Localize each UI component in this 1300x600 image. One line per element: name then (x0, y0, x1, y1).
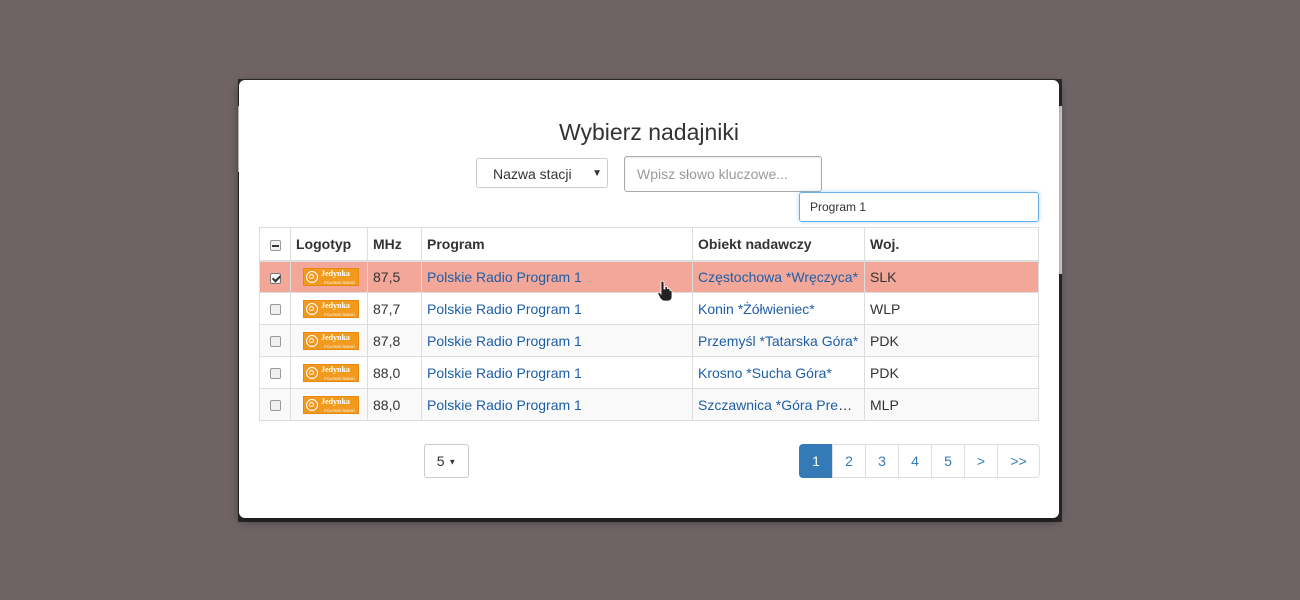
cell-mhz: 88,0 (367, 388, 422, 421)
page-4-button[interactable]: 4 (898, 444, 932, 478)
row-checkbox[interactable] (269, 368, 281, 380)
page-size-value: 5 (436, 453, 445, 469)
page-2-button[interactable]: 2 (832, 444, 866, 478)
column-filter-input[interactable] (799, 192, 1039, 222)
row-checkbox[interactable] (269, 272, 281, 284)
table-row[interactable]: Jedynka POLSKIE RADIO 87,8 Polskie Radio … (259, 324, 1039, 357)
hand-cursor-icon (657, 280, 673, 302)
page-5-button[interactable]: 5 (931, 444, 965, 478)
chevron-down-icon: ▼ (592, 168, 602, 179)
table-row[interactable]: Jedynka POLSKIE RADIO 87,7 Polskie Radio … (259, 292, 1039, 325)
cell-region: PDK (864, 324, 1039, 357)
search-field-select-value: Nazwa stacji (493, 166, 572, 182)
jedynka-logo: Jedynka POLSKIE RADIO (303, 299, 359, 318)
program-link[interactable]: Polskie Radio Program 1 (427, 365, 582, 381)
cell-mhz: 87,8 (367, 324, 422, 357)
page-size-dropdown[interactable]: 5 ▼ (424, 444, 469, 478)
cell-mhz: 88,0 (367, 356, 422, 389)
last-page-button[interactable]: >> (997, 444, 1040, 478)
table-row[interactable]: Jedynka POLSKIE RADIO 88,0 Polskie Radio … (259, 356, 1039, 389)
cell-region: SLK (864, 260, 1039, 293)
jedynka-logo: Jedynka POLSKIE RADIO (303, 267, 359, 286)
dialog-title: Wybierz nadajniki (558, 119, 740, 145)
object-link[interactable]: Częstochowa *Wręczyca* (698, 269, 858, 285)
jedynka-logo: Jedynka POLSKIE RADIO (303, 331, 359, 350)
caret-down-icon: ▼ (448, 457, 457, 467)
row-checkbox[interactable] (269, 304, 281, 316)
program-link[interactable]: Polskie Radio Program 1 (427, 333, 582, 349)
header-logo[interactable]: Logotyp (290, 227, 368, 262)
cell-mhz: 87,5 (367, 260, 422, 293)
table-row[interactable]: Jedynka POLSKIE RADIO 87,5 Polskie Radio … (259, 260, 1039, 293)
transmitter-dialog: Wybierz nadajniki Nazwa stacji ▼ Logotyp… (239, 80, 1059, 518)
object-link[interactable]: Przemyśl *Tatarska Góra* (698, 333, 858, 349)
header-program[interactable]: Program (421, 227, 693, 262)
object-link[interactable]: Konin *Żółwieniec* (698, 301, 815, 317)
jedynka-logo: Jedynka POLSKIE RADIO (303, 395, 359, 414)
jedynka-logo: Jedynka POLSKIE RADIO (303, 363, 359, 382)
object-link[interactable]: Krosno *Sucha Góra* (698, 365, 832, 381)
row-checkbox[interactable] (269, 336, 281, 348)
row-checkbox[interactable] (269, 400, 281, 412)
program-link[interactable]: Polskie Radio Program 1 (427, 301, 582, 317)
select-all-cell[interactable] (259, 227, 291, 262)
program-link[interactable]: Polskie Radio Program 1 (427, 269, 582, 285)
cell-mhz: 87,7 (367, 292, 422, 325)
header-object[interactable]: Obiekt nadawczy (692, 227, 865, 262)
header-mhz[interactable]: MHz (367, 227, 422, 262)
next-page-button[interactable]: > (964, 444, 998, 478)
select-all-checkbox[interactable] (269, 239, 281, 251)
keyword-search-input[interactable] (624, 156, 822, 192)
transmitters-table: Logotyp MHz Program Obiekt nadawczy Woj.… (259, 227, 1039, 421)
cell-region: MLP (864, 388, 1039, 421)
cell-region: PDK (864, 356, 1039, 389)
table-row[interactable]: Jedynka POLSKIE RADIO 88,0 Polskie Radio … (259, 388, 1039, 421)
search-field-select[interactable]: Nazwa stacji ▼ (476, 158, 608, 188)
program-link[interactable]: Polskie Radio Program 1 (427, 397, 582, 413)
pagination: 1 2 3 4 5 > >> (799, 444, 1040, 478)
object-link[interactable]: Szczawnica *Góra Prehyba* (698, 397, 864, 413)
header-region[interactable]: Woj. (864, 227, 1039, 262)
page-1-button[interactable]: 1 (799, 444, 833, 478)
table-header-row: Logotyp MHz Program Obiekt nadawczy Woj. (259, 227, 1039, 262)
page-3-button[interactable]: 3 (865, 444, 899, 478)
cell-region: WLP (864, 292, 1039, 325)
